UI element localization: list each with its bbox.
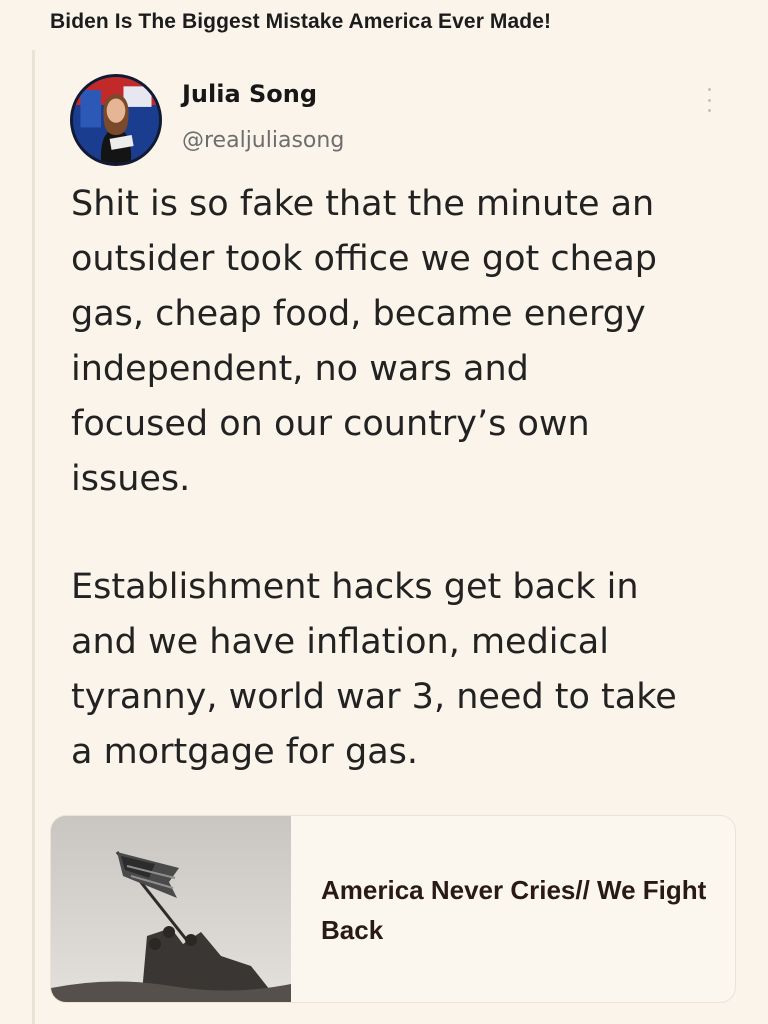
embedded-tweet: Julia Song @realjuliasong Shit is so fak…	[36, 50, 768, 1024]
link-preview-card[interactable]: America Never Cries// We Fight Back	[50, 815, 736, 1003]
author-handle[interactable]: @realjuliasong	[182, 128, 344, 153]
page: Biden Is The Biggest Mistake America Eve…	[0, 0, 768, 1024]
flag-raising-photo	[51, 816, 291, 1002]
tweet-paragraph-1: Shit is so fake that the minute an outsi…	[71, 184, 658, 499]
more-vertical-icon[interactable]	[704, 88, 714, 112]
author-avatar[interactable]	[70, 74, 162, 166]
post-title: Biden Is The Biggest Mistake America Eve…	[50, 10, 552, 33]
tweet-paragraph-2: Establishment hacks get back in and we h…	[71, 567, 677, 772]
card-thumbnail	[51, 816, 291, 1002]
avatar-photo	[73, 77, 159, 163]
card-title[interactable]: America Never Cries// We Fight Back	[321, 870, 711, 950]
author-name[interactable]: Julia Song	[182, 80, 317, 108]
quote-rule	[32, 50, 35, 1024]
